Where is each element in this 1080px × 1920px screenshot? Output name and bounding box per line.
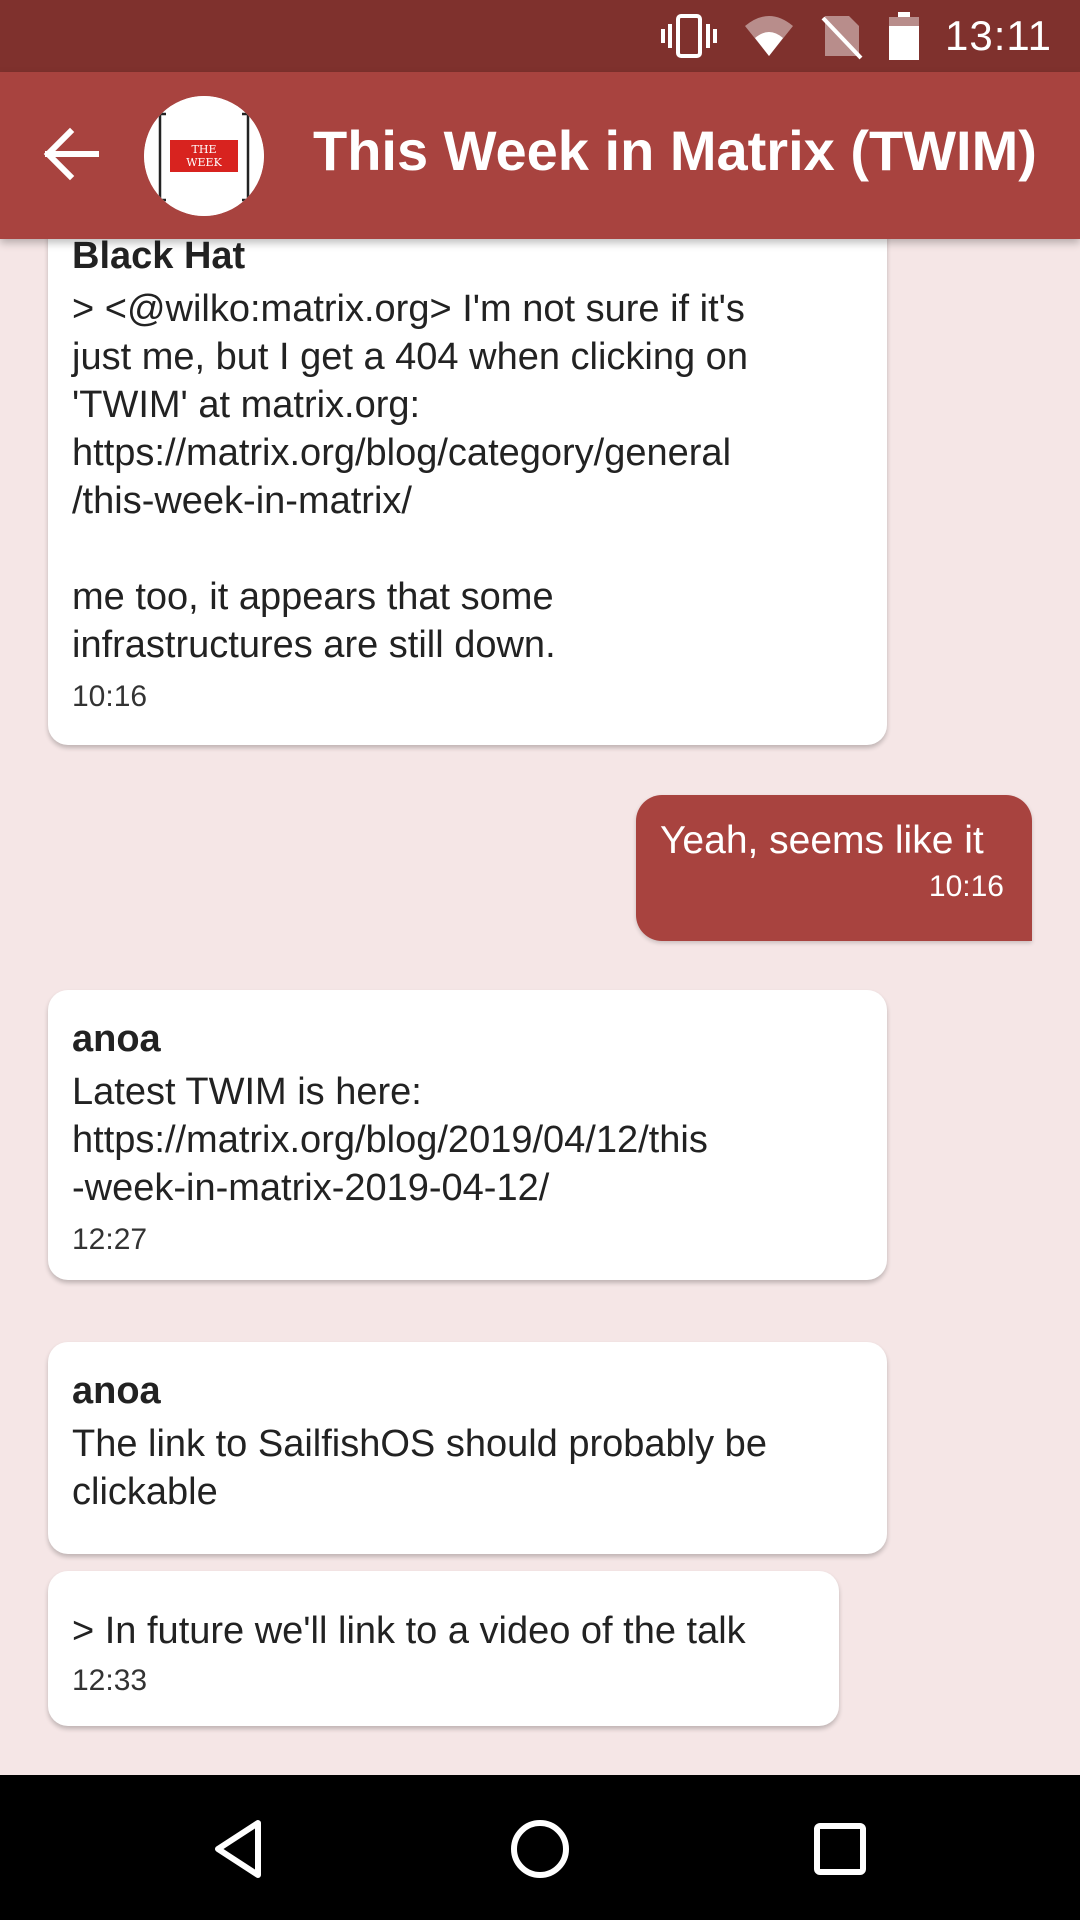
message-bubble[interactable]: anoa Latest TWIM is here: https://matrix…: [48, 990, 887, 1280]
message-sender: Black Hat: [72, 239, 246, 277]
message-time: 12:27: [72, 1223, 148, 1256]
message-time: 12:33: [72, 1664, 148, 1697]
message-sender: anoa: [72, 1018, 161, 1060]
message-text: The link to SailfishOS should probably b…: [72, 1423, 767, 1513]
chat-screen: 13:11 THE WEEK This Week in Matrix (TWIM…: [0, 0, 1080, 1920]
avatar-text-line1: THE: [192, 143, 217, 156]
room-avatar-image: THE WEEK: [144, 96, 264, 216]
back-button[interactable]: [40, 122, 104, 186]
message-bubble[interactable]: anoa The link to SailfishOS should proba…: [48, 1342, 887, 1554]
room-avatar[interactable]: THE WEEK: [144, 96, 264, 216]
message-sender: anoa: [72, 1370, 161, 1412]
status-bar: 13:11: [0, 0, 1080, 72]
message-text: Latest TWIM is here: https://matrix.org/…: [72, 1071, 708, 1209]
status-icons: 13:11: [661, 0, 1052, 72]
arrow-back-icon: [43, 127, 99, 181]
message-timeline[interactable]: Black Hat > <@wilko:matrix.org> I'm not …: [0, 239, 1080, 1775]
wifi-icon: [743, 12, 795, 60]
avatar-text-line2: WEEK: [186, 156, 222, 169]
vibrate-icon: [661, 12, 717, 60]
message-bubble[interactable]: > In future we'll link to a video of the…: [48, 1571, 839, 1726]
message-text: > In future we'll link to a video of the…: [72, 1610, 746, 1652]
battery-icon: [889, 12, 919, 60]
status-time: 13:11: [945, 12, 1052, 59]
recents-square-icon: [814, 1823, 866, 1875]
room-title[interactable]: This Week in Matrix (TWIM): [313, 118, 1037, 183]
nav-home-button[interactable]: [504, 1813, 576, 1885]
message-text: > <@wilko:matrix.org> I'm not sure if it…: [72, 288, 748, 666]
nav-back-button[interactable]: [204, 1813, 276, 1885]
message-text: Yeah, seems like it: [660, 819, 984, 862]
app-bar: THE WEEK This Week in Matrix (TWIM): [0, 72, 1080, 239]
no-sim-icon: [821, 12, 863, 60]
home-circle-icon: [511, 1820, 569, 1878]
message-bubble[interactable]: Black Hat > <@wilko:matrix.org> I'm not …: [48, 239, 887, 745]
message-time: 10:16: [72, 680, 148, 713]
nav-recents-button[interactable]: [804, 1813, 876, 1885]
system-nav-bar: [0, 1775, 1080, 1920]
own-message-bubble[interactable]: Yeah, seems like it 10:16: [636, 795, 1032, 941]
message-time: 10:16: [928, 870, 1004, 903]
back-triangle-icon: [215, 1820, 261, 1878]
